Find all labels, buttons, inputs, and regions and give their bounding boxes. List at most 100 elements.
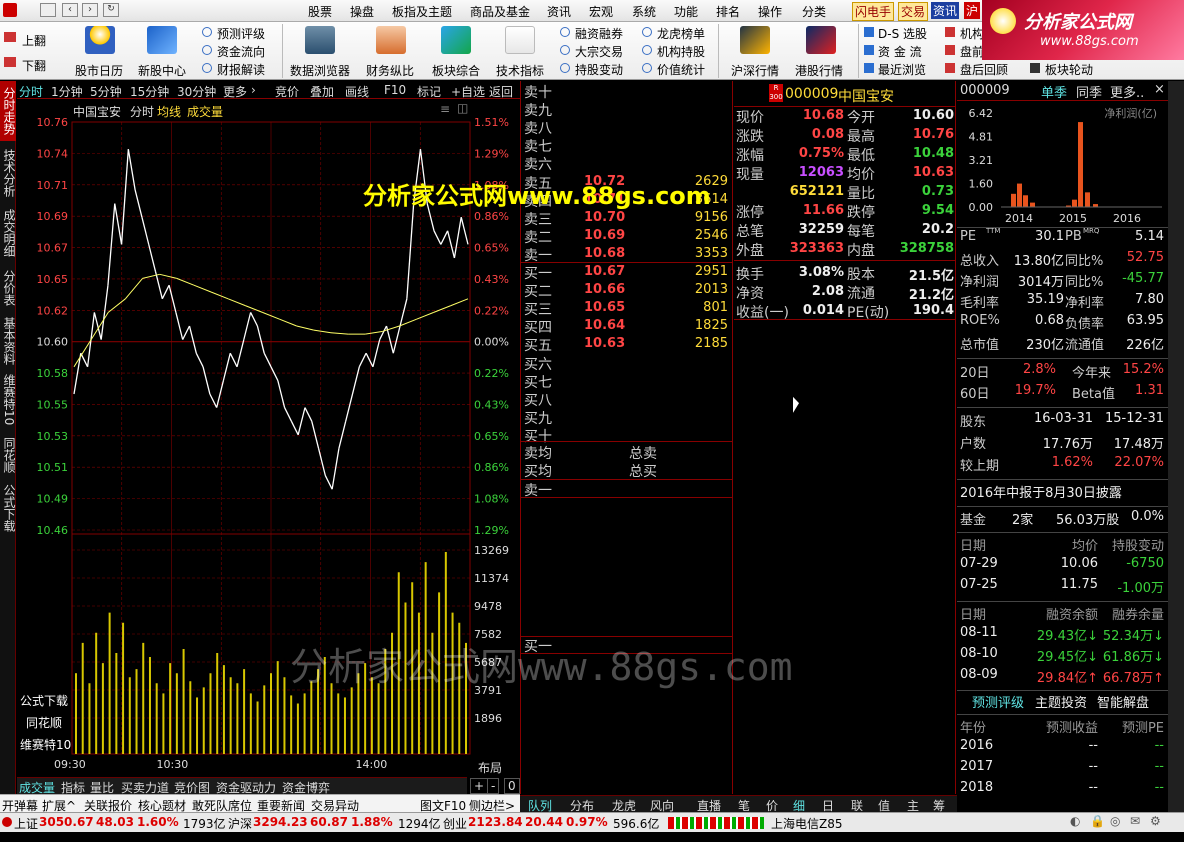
menu-ranking[interactable]: 排名 xyxy=(716,3,740,20)
post-review-link[interactable]: 盘后回顾 xyxy=(960,61,1008,78)
home-icon[interactable] xyxy=(40,3,56,17)
pre-market-link[interactable]: 盘前 xyxy=(960,43,984,60)
menu-operation[interactable]: 操作 xyxy=(758,3,782,20)
data-browser-button[interactable]: 数据浏览器 xyxy=(290,62,350,79)
fin-row-value: 0.68 xyxy=(1035,313,1064,328)
tab-auction[interactable]: 竞价 xyxy=(275,83,299,100)
tab-add-watchlist[interactable]: +自选 xyxy=(451,83,485,100)
quick-news[interactable]: 资讯 xyxy=(931,2,960,19)
tab-overlay[interactable]: 叠加 xyxy=(310,83,334,100)
holding-change-link[interactable]: 持股变动 xyxy=(575,61,623,78)
alert-icon[interactable]: ◎ xyxy=(1110,814,1120,828)
menu-category[interactable]: 分类 xyxy=(802,3,826,20)
left-tab-technical[interactable]: 技术分析 xyxy=(0,145,16,201)
ds-select-link[interactable]: D-S 选股 xyxy=(878,25,927,42)
zoom-in-button[interactable]: + xyxy=(470,778,489,794)
price-line-segment xyxy=(114,203,123,245)
fin-more[interactable]: 更多.. xyxy=(1110,82,1144,101)
left-tab-price-table[interactable]: 分价表 xyxy=(0,265,16,311)
chart-label-vst[interactable]: 维赛特10 xyxy=(20,736,72,753)
left-tab-intraday[interactable]: 分时走势 xyxy=(0,81,16,141)
chart-label-formula[interactable]: 公式下载 xyxy=(20,692,69,709)
tab-intraday[interactable]: 分时 xyxy=(19,83,43,100)
tab-30min[interactable]: 30分钟 xyxy=(177,83,216,100)
forward-icon[interactable]: › xyxy=(82,3,98,17)
chart-label-ths[interactable]: 同花顺 xyxy=(26,714,63,731)
fin-tab-quarter[interactable]: 单季 xyxy=(1041,82,1067,101)
volume-icon[interactable]: ◐ xyxy=(1070,814,1080,828)
left-tab-ths[interactable]: 同花顺 xyxy=(0,432,16,478)
price-line-segment xyxy=(406,203,415,299)
margin-value: 52.34万↓ xyxy=(1102,629,1164,644)
menu-stocks[interactable]: 股票 xyxy=(308,3,332,20)
recent-browse-link[interactable]: 最近浏览 xyxy=(878,61,926,78)
layout-button[interactable]: 布局 xyxy=(478,759,502,776)
scroll-up-button[interactable]: 上翻 xyxy=(22,32,46,49)
fin-tab-theme[interactable]: 主题投资 xyxy=(1035,692,1087,711)
sh-sz-market-button[interactable]: 沪深行情 xyxy=(731,62,779,79)
menu-sectors[interactable]: 板指及主题 xyxy=(392,3,452,20)
tab-draw[interactable]: 画线 xyxy=(345,83,369,100)
margin-link[interactable]: 融资融券 xyxy=(575,25,623,42)
tab-f10[interactable]: F10 xyxy=(384,83,406,97)
lock-icon[interactable]: 🔒 xyxy=(1090,814,1105,828)
institution2-link[interactable]: 机构 xyxy=(960,25,984,42)
zoom-out-button[interactable]: - xyxy=(487,778,500,794)
back-icon[interactable]: ‹ xyxy=(62,3,78,17)
left-tab-formula-download[interactable]: 公式下载 xyxy=(0,480,16,536)
chat-icon[interactable]: ✉ xyxy=(1130,814,1140,828)
report-link[interactable]: 财报解读 xyxy=(217,61,265,78)
finance-scrollbar[interactable] xyxy=(1168,81,1184,812)
chart-settings-icon[interactable]: ◫ xyxy=(457,101,468,115)
finance-compare-button[interactable]: 财务纵比 xyxy=(366,62,414,79)
institution-link[interactable]: 机构持股 xyxy=(657,43,705,60)
menu-macro[interactable]: 宏观 xyxy=(589,3,613,20)
fin-tab-rating[interactable]: 预测评级 xyxy=(972,692,1024,711)
menu-function[interactable]: 功能 xyxy=(674,3,698,20)
fin-tab-yoy[interactable]: 同季 xyxy=(1076,82,1102,101)
refresh-icon[interactable]: ↻ xyxy=(103,3,119,17)
tab-15min[interactable]: 15分钟 xyxy=(130,83,169,100)
fin-tab-analysis[interactable]: 智能解盘 xyxy=(1097,692,1149,711)
tab-mark[interactable]: 标记 xyxy=(417,83,441,100)
ipo-center-button[interactable]: 新股中心 xyxy=(138,62,186,79)
menu-news[interactable]: 资讯 xyxy=(547,3,571,20)
tech-indicator-button[interactable]: 技术指标 xyxy=(496,62,544,79)
more-chevron-icon[interactable]: › xyxy=(251,83,256,97)
scroll-down-button[interactable]: 下翻 xyxy=(22,57,46,74)
menu-trading[interactable]: 操盘 xyxy=(350,3,374,20)
server-name: 上海电信Z85 xyxy=(771,817,843,831)
market-calendar-button[interactable]: 股市日历 xyxy=(75,62,123,79)
sector-rotation-link[interactable]: 板块轮动 xyxy=(1045,61,1093,78)
tab-1min[interactable]: 1分钟 xyxy=(51,83,83,100)
capital-flow-link[interactable]: 资 金 流 xyxy=(878,43,922,60)
sell-level-volume: 3353 xyxy=(694,245,728,261)
left-tab-fundamentals[interactable]: 基本资料 xyxy=(0,313,16,369)
tab-5min[interactable]: 5分钟 xyxy=(90,83,122,100)
fin-close-icon[interactable]: × xyxy=(1154,82,1165,97)
sell-level-price: 10.69 xyxy=(584,227,626,243)
zoom-reset-button[interactable]: 0 xyxy=(504,778,520,794)
hk-market-button[interactable]: 港股行情 xyxy=(795,62,843,79)
menu-system[interactable]: 系统 xyxy=(632,3,656,20)
price-line-segment xyxy=(365,352,374,368)
tab-more[interactable]: 更多 xyxy=(223,83,247,100)
fund-flow-link[interactable]: 资金流向 xyxy=(217,43,265,60)
block-trade-link[interactable]: 大宗交易 xyxy=(575,43,623,60)
left-tab-detail[interactable]: 成交明细 xyxy=(0,205,16,261)
rating-link[interactable]: 预测评级 xyxy=(217,25,265,42)
tools-icon[interactable]: ⚙ xyxy=(1150,814,1161,828)
buy-level-price: 10.64 xyxy=(584,318,626,334)
value-stat-link[interactable]: 价值统计 xyxy=(657,61,705,78)
sector-summary-button[interactable]: 板块综合 xyxy=(432,62,480,79)
left-tab-vst10[interactable]: 维赛特10 xyxy=(0,372,16,428)
dragon-tiger-link[interactable]: 龙虎榜单 xyxy=(657,25,705,42)
recent-browse-icon xyxy=(864,63,874,73)
quote-label: 涨跌 xyxy=(736,129,764,145)
menu-commodity[interactable]: 商品及基金 xyxy=(470,3,530,20)
chart-menu-icon[interactable]: ≡ xyxy=(440,102,450,116)
quick-trade[interactable]: 交易 xyxy=(898,2,929,21)
quick-flash[interactable]: 闪电手 xyxy=(852,2,895,21)
quick-sh[interactable]: 沪 xyxy=(964,2,981,19)
tab-back[interactable]: 返回 xyxy=(489,83,513,100)
